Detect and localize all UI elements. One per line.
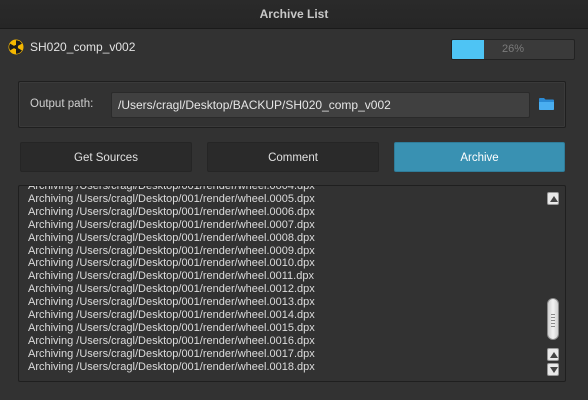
log-line: Archiving /Users/cragl/Desktop/001/rende…	[28, 257, 315, 270]
scroll-thumb[interactable]	[547, 298, 559, 340]
log-line: Archiving /Users/cragl/Desktop/001/rende…	[28, 309, 315, 322]
log-line: Archiving /Users/cragl/Desktop/001/rende…	[28, 321, 315, 334]
archive-button[interactable]: Archive	[394, 142, 565, 172]
output-path-field[interactable]: /Users/cragl/Desktop/BACKUP/SH020_comp_v…	[111, 92, 530, 118]
log-line: Archiving /Users/cragl/Desktop/001/rende…	[28, 360, 315, 373]
log-line: Archiving /Users/cragl/Desktop/001/rende…	[28, 244, 315, 257]
archive-log[interactable]: Archiving /Users/cragl/Desktop/001/rende…	[18, 185, 566, 382]
log-line: Archiving /Users/cragl/Desktop/001/rende…	[28, 270, 314, 283]
output-path-label: Output path:	[30, 98, 94, 110]
comment-button[interactable]: Comment	[207, 142, 379, 172]
shot-name: SH020_comp_v002	[30, 40, 136, 54]
scroll-up-arrow-icon	[550, 352, 558, 358]
get-sources-button[interactable]: Get Sources	[20, 142, 192, 172]
progress-label: 26%	[501, 43, 525, 55]
scroll-up-button[interactable]	[547, 192, 559, 205]
log-line: Archiving /Users/cragl/Desktop/001/rende…	[28, 218, 315, 231]
scroll-up-arrow-icon	[550, 196, 558, 202]
log-line: Archiving /Users/cragl/Desktop/001/rende…	[28, 205, 315, 218]
log-line: Archiving /Users/cragl/Desktop/001/rende…	[28, 334, 315, 347]
log-line: Archiving /Users/cragl/Desktop/001/rende…	[28, 283, 315, 296]
window-title: Archive List	[0, 0, 588, 29]
archive-progress-bar: 26%	[451, 39, 575, 60]
nuke-icon	[8, 39, 24, 55]
shot-header: SH020_comp_v002	[8, 37, 135, 57]
scroll-page-up-button[interactable]	[547, 348, 559, 361]
folder-icon[interactable]	[538, 96, 555, 111]
log-line: Archiving /Users/cragl/Desktop/001/rende…	[28, 296, 315, 309]
log-line: Archiving /Users/cragl/Desktop/001/rende…	[28, 185, 315, 192]
log-line: Archiving /Users/cragl/Desktop/001/rende…	[28, 347, 315, 360]
output-path-group: Output path: /Users/cragl/Desktop/BACKUP…	[18, 81, 566, 128]
log-lines: Archiving /Users/cragl/Desktop/001/rende…	[28, 185, 538, 374]
log-scrollbar[interactable]	[546, 186, 564, 381]
scroll-down-arrow-icon	[550, 367, 558, 373]
scroll-down-button[interactable]	[547, 363, 559, 376]
log-line: Archiving /Users/cragl/Desktop/001/rende…	[28, 231, 315, 244]
log-line: Archiving /Users/cragl/Desktop/001/rende…	[28, 192, 315, 205]
